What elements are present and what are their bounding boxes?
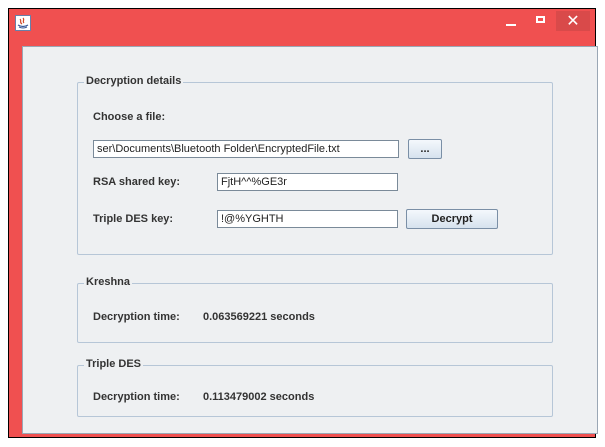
decryption-details-legend: Decryption details xyxy=(84,75,184,87)
minimize-button[interactable] xyxy=(503,15,519,29)
close-button[interactable]: ✕ xyxy=(556,11,590,31)
triple-des-time-value: 0.113479002 seconds xyxy=(203,391,315,403)
browse-button[interactable]: ... xyxy=(408,139,442,159)
kreshna-time-value: 0.063569221 seconds xyxy=(203,311,315,323)
content-panel: Decryption details Choose a file: ser\Do… xyxy=(22,46,598,434)
triple-des-group: Triple DES Decryption time: 0.113479002 … xyxy=(77,358,553,417)
kreshna-group: Kreshna Decryption time: 0.063569221 sec… xyxy=(77,276,553,343)
triple-des-legend: Triple DES xyxy=(84,358,144,370)
triple-des-time-label: Decryption time: xyxy=(93,391,180,403)
rsa-key-field[interactable]: FjtH^^%GE3r xyxy=(217,173,398,191)
file-path-field[interactable]: ser\Documents\Bluetooth Folder\Encrypted… xyxy=(93,140,399,158)
title-bar[interactable]: ✕ xyxy=(9,9,595,45)
kreshna-time-label: Decryption time: xyxy=(93,311,180,323)
triple-des-key-field[interactable]: !@%YGHTH xyxy=(217,210,398,228)
decrypt-button[interactable]: Decrypt xyxy=(406,209,498,229)
choose-file-label: Choose a file: xyxy=(93,111,166,123)
rsa-key-label: RSA shared key: xyxy=(93,176,181,188)
java-app-icon xyxy=(15,15,31,31)
app-window: ✕ Decryption details Choose a file: ser\… xyxy=(8,8,598,438)
maximize-button[interactable] xyxy=(534,14,548,26)
kreshna-legend: Kreshna xyxy=(84,276,133,288)
triple-des-key-label: Triple DES key: xyxy=(93,213,174,225)
decryption-details-group: Decryption details Choose a file: ser\Do… xyxy=(77,75,553,255)
